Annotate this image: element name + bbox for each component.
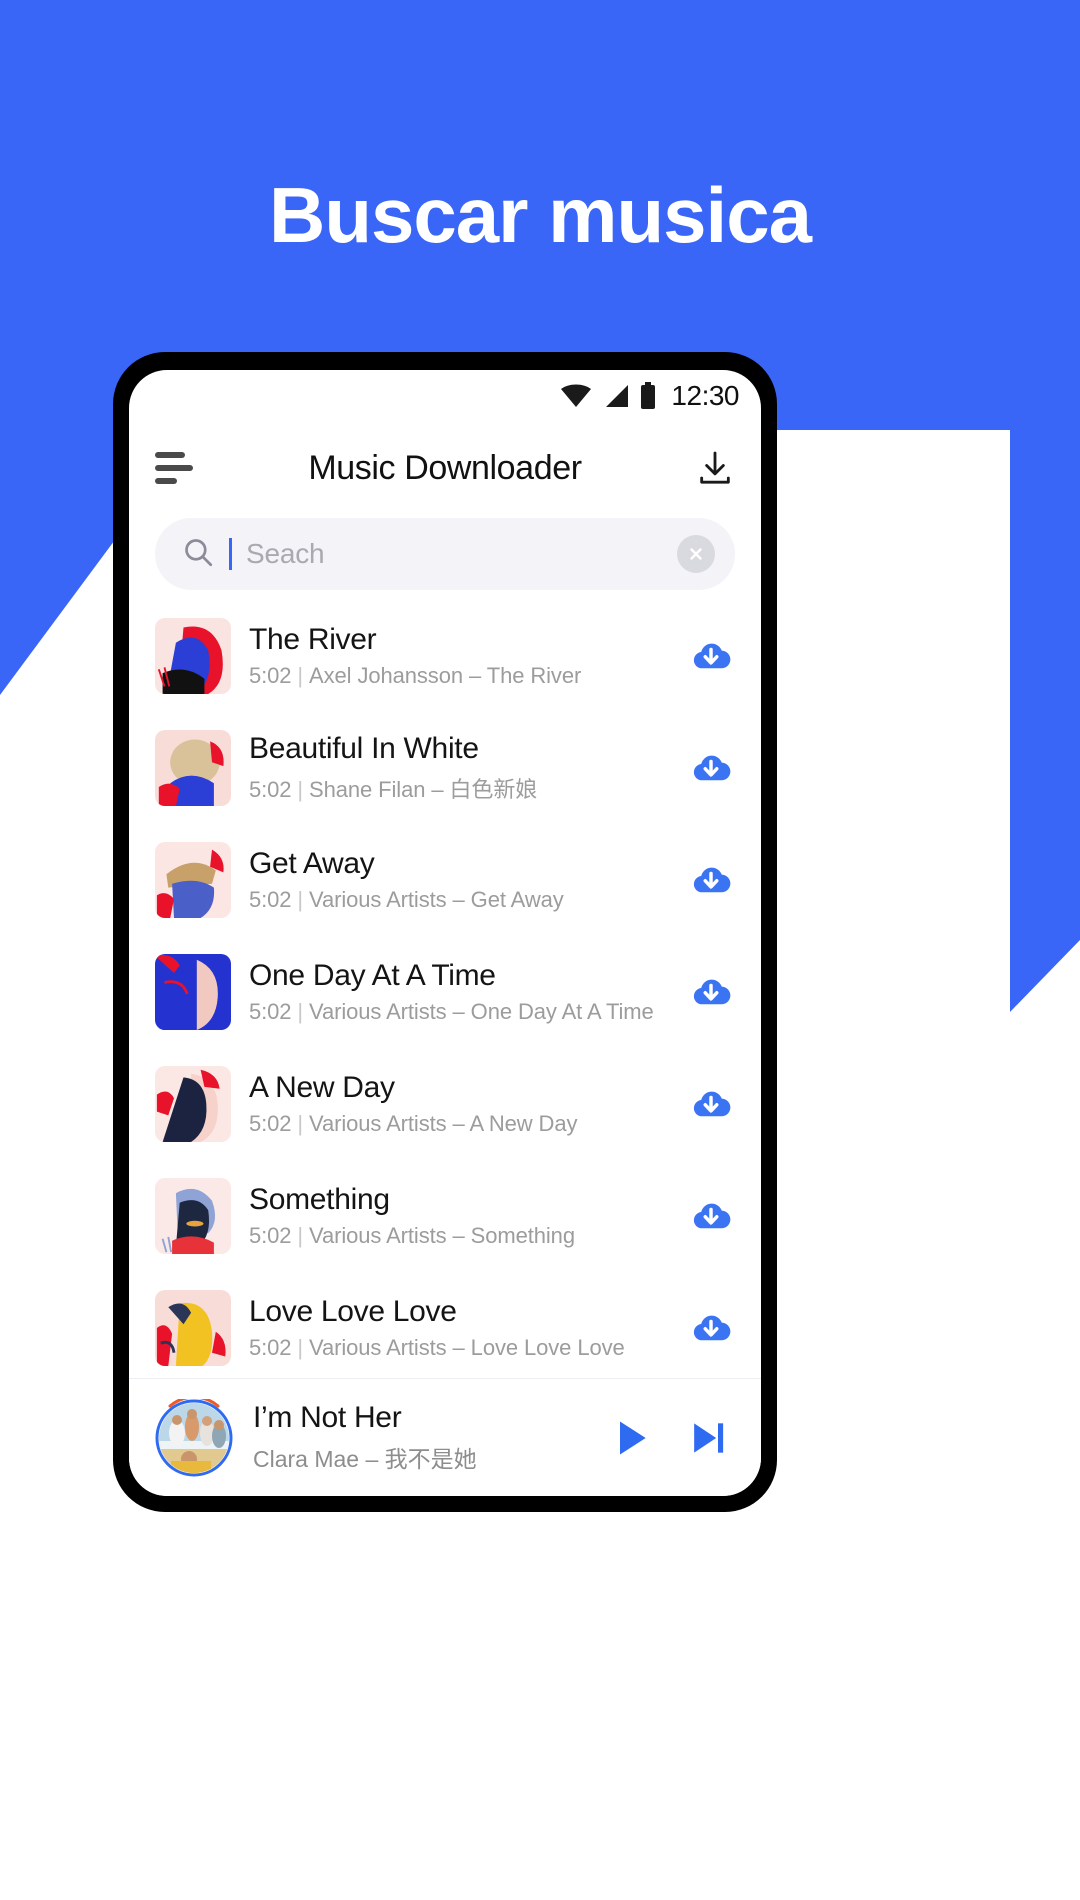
cloud-download-icon[interactable] [685,857,737,903]
song-subtitle: 5:02 | Various Artists – Get Away [249,887,667,913]
now-playing-subtitle: Clara Mae – 我不是她 [253,1446,477,1472]
song-meta: The River 5:02 | Axel Johansson – The Rive… [249,623,667,689]
skip-next-icon[interactable] [679,1416,735,1460]
phone-frame: 12:30 Music Downloader Seach The River 5… [113,352,777,1512]
song-subtitle: 5:02 | Various Artists – Love Love Love [249,1335,667,1361]
song-row[interactable]: Get Away 5:02 | Various Artists – Get Away [129,824,761,936]
album-art [155,618,231,694]
song-list[interactable]: The River 5:02 | Axel Johansson – The Rive… [129,590,761,1378]
album-art [155,1290,231,1366]
song-duration: 5:02 [249,1335,292,1360]
song-title: Get Away [249,847,375,880]
cloud-download-icon[interactable] [685,745,737,791]
song-artist: Various Artists – Get Away [309,887,564,912]
separator: | [297,777,304,802]
song-duration: 5:02 [249,999,292,1024]
song-title: Love Love Love [249,1295,457,1328]
avatar [159,1402,229,1473]
song-subtitle: 5:02 | Various Artists – A New Day [249,1111,667,1137]
song-title: A New Day [249,1071,395,1104]
page-title: Music Downloader [308,448,582,487]
battery-icon [639,382,657,410]
search-bar[interactable]: Seach [155,518,735,590]
search-input[interactable]: Seach [246,538,663,570]
song-title: Beautiful In White [249,732,479,765]
separator: | [297,1111,304,1136]
hamburger-menu-icon[interactable] [155,452,199,484]
song-artist: Various Artists – A New Day [309,1111,578,1136]
song-row[interactable]: Beautiful In White 5:02 | Shane Filan – 白色… [129,712,761,824]
song-subtitle: 5:02 | Various Artists – Something [249,1223,667,1249]
song-artist: Various Artists – Love Love Love [309,1335,625,1360]
song-row[interactable]: Something 5:02 | Various Artists – Somethi… [129,1160,761,1272]
cloud-download-icon[interactable] [685,633,737,679]
separator: | [297,1335,304,1360]
song-meta: One Day At A Time 5:02 | Various Artists –… [249,959,667,1025]
search-caret [229,538,232,570]
song-meta: Beautiful In White 5:02 | Shane Filan – 白色… [249,732,667,804]
song-row[interactable]: The River 5:02 | Axel Johansson – The Rive… [129,600,761,712]
cloud-download-icon[interactable] [685,1081,737,1127]
song-subtitle: 5:02 | Shane Filan – 白色新娘 [249,772,667,804]
phone-screen: 12:30 Music Downloader Seach The River 5… [129,370,761,1496]
song-title: The River [249,623,377,656]
cloud-download-icon[interactable] [685,1305,737,1351]
song-artist: Shane Filan – 白色新娘 [309,777,538,802]
now-playing-title: I’m Not Her [253,1401,402,1434]
song-meta: Love Love Love 5:02 | Various Artists – Lo… [249,1295,667,1361]
song-subtitle: 5:02 | Various Artists – One Day At A Time [249,999,667,1025]
separator: | [297,999,304,1024]
song-duration: 5:02 [249,1111,292,1136]
song-duration: 5:02 [249,663,292,688]
song-artist: Various Artists – One Day At A Time [309,999,654,1024]
separator: | [297,887,304,912]
song-meta: Get Away 5:02 | Various Artists – Get Away [249,847,667,913]
song-duration: 5:02 [249,777,292,802]
song-meta: A New Day 5:02 | Various Artists – A New D… [249,1071,667,1137]
song-title: One Day At A Time [249,959,496,992]
song-artist: Axel Johansson – The River [309,663,582,688]
download-icon[interactable] [691,448,735,488]
song-subtitle: 5:02 | Axel Johansson – The River [249,663,667,689]
song-row[interactable]: One Day At A Time 5:02 | Various Artists –… [129,936,761,1048]
album-art [155,1066,231,1142]
search-area: Seach [129,514,761,590]
promo-headline: Buscar musica [269,171,812,259]
separator: | [297,1223,304,1248]
mini-player[interactable]: I’m Not Her Clara Mae – 我不是她 [129,1378,761,1496]
wifi-icon [559,383,593,409]
album-art [155,1178,231,1254]
song-meta: Something 5:02 | Various Artists – Somethi… [249,1183,667,1249]
now-playing-meta: I’m Not Her Clara Mae – 我不是她 [253,1401,583,1474]
play-icon[interactable] [603,1416,659,1460]
signal-icon [602,383,630,409]
album-art [155,954,231,1030]
song-artist: Various Artists – Something [309,1223,575,1248]
status-bar-clock: 12:30 [671,380,739,411]
now-playing-avatar [155,1395,233,1477]
song-row[interactable]: A New Day 5:02 | Various Artists – A New D… [129,1048,761,1160]
cloud-download-icon[interactable] [685,969,737,1015]
search-clear-button[interactable] [677,535,715,573]
separator: | [297,663,304,688]
cloud-download-icon[interactable] [685,1193,737,1239]
song-title: Something [249,1183,390,1216]
album-art [155,842,231,918]
song-row[interactable]: Love Love Love 5:02 | Various Artists – Lo… [129,1272,761,1378]
status-bar: 12:30 [129,370,761,422]
song-duration: 5:02 [249,1223,292,1248]
app-bar: Music Downloader [129,422,761,514]
song-duration: 5:02 [249,887,292,912]
album-art [155,730,231,806]
promo-canvas: Buscar musica 12:30 Music Downloader Sea… [0,0,1080,1900]
search-icon [181,535,215,574]
